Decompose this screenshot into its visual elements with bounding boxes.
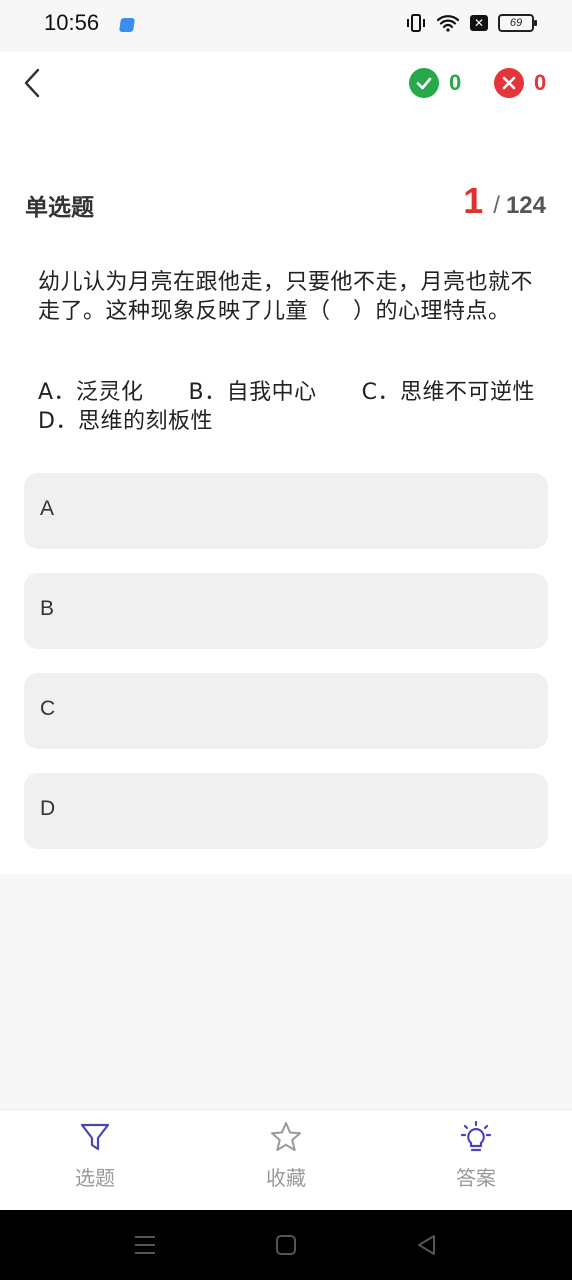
answer-option-d[interactable]: D	[24, 773, 548, 849]
lightbulb-icon	[460, 1120, 492, 1152]
answer-label: B	[40, 597, 55, 620]
menu-icon[interactable]	[134, 1234, 156, 1256]
question-separator: /	[493, 192, 500, 219]
check-circle-icon	[409, 68, 439, 98]
back-nav-icon[interactable]	[416, 1234, 438, 1256]
x-circle-icon	[494, 68, 524, 98]
home-icon[interactable]	[275, 1234, 297, 1256]
question-options-text: A．泛灵化 B．自我中心 C．思维不可逆性 D．思维的刻板性	[38, 380, 572, 434]
nav-label: 收藏	[266, 1166, 306, 1190]
status-icons: ✕ 69	[406, 14, 537, 32]
star-icon	[271, 1122, 301, 1151]
nav-label: 答案	[456, 1166, 496, 1190]
vibrate-icon	[407, 14, 425, 32]
status-bar: 10:56 ✕ 69	[0, 0, 572, 52]
wifi-icon	[436, 15, 460, 32]
filter-icon	[80, 1123, 110, 1151]
wrong-count: 0	[534, 70, 547, 95]
bottom-nav: 选题 收藏 答案	[0, 1109, 572, 1210]
nav-label: 选题	[75, 1166, 115, 1190]
question-current: 1	[463, 180, 484, 221]
question-text: 幼儿认为月亮在跟他走，只要他不走，月亮也就不走了。这种现象反映了儿童（ ）的心理…	[38, 270, 534, 324]
battery-icon: 69	[498, 14, 537, 32]
answer-label: C	[40, 697, 56, 720]
answer-option-c[interactable]: C	[24, 673, 548, 749]
nav-select-question[interactable]: 选题	[35, 1120, 155, 1191]
question-type: 单选题	[25, 195, 94, 221]
x-box-icon: ✕	[470, 15, 488, 31]
answer-option-b[interactable]: B	[24, 573, 548, 649]
status-time: 10:56	[44, 10, 100, 35]
quiz-content: 0 0 单选题 1 / 124 幼儿认为月亮在跟他走，只要他不走，月亮也就不走了…	[0, 52, 572, 874]
nav-answer[interactable]: 答案	[416, 1120, 536, 1191]
app-notification-icon	[119, 18, 135, 32]
answer-option-a[interactable]: A	[24, 473, 548, 549]
back-button[interactable]	[18, 66, 48, 100]
correct-score: 0	[409, 68, 461, 98]
wrong-score: 0	[494, 68, 546, 98]
question-progress: 1 / 124	[463, 180, 546, 222]
correct-count: 0	[449, 70, 462, 95]
nav-favorite[interactable]: 收藏	[226, 1120, 346, 1191]
system-navigation-bar	[0, 1210, 572, 1280]
question-total: 124	[505, 192, 546, 219]
answer-label: D	[40, 797, 56, 820]
answer-label: A	[40, 497, 55, 520]
